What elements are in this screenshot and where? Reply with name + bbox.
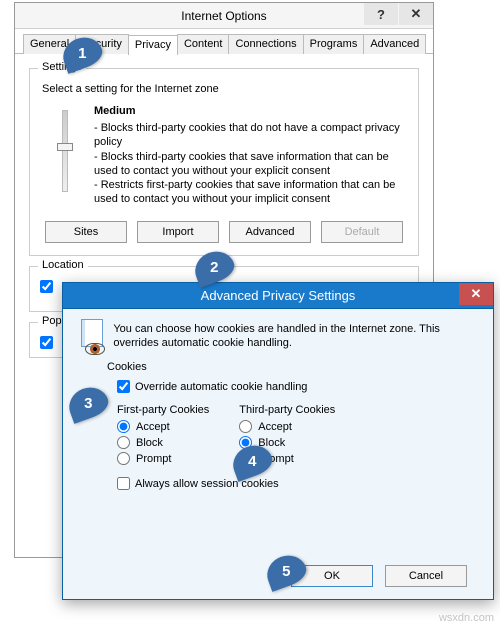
session-cookies-label: Always allow session cookies <box>135 478 279 490</box>
tp-accept-radio[interactable] <box>239 420 252 433</box>
advanced-privacy-dialog: Advanced Privacy Settings ✕ You can choo… <box>62 282 494 600</box>
location-group-label: Location <box>38 259 88 271</box>
import-button[interactable]: Import <box>137 221 219 243</box>
adv-intro-text: You can choose how cookies are handled i… <box>113 322 477 351</box>
cancel-button[interactable]: Cancel <box>385 565 467 587</box>
tab-connections[interactable]: Connections <box>228 34 303 54</box>
fp-block-label: Block <box>136 437 163 449</box>
fp-accept-label: Accept <box>136 421 170 433</box>
bullet-3: - Restricts first-party cookies that sav… <box>94 178 408 207</box>
adv-intro: You can choose how cookies are handled i… <box>79 319 477 353</box>
first-party-title: First-party Cookies <box>117 404 209 416</box>
zone-description: Select a setting for the Internet zone <box>42 83 408 95</box>
adv-close-button[interactable]: ✕ <box>459 283 493 305</box>
privacy-icon <box>79 319 103 353</box>
first-party-column: First-party Cookies Accept Block Prompt <box>117 404 209 468</box>
bullet-1: - Blocks third-party cookies that do not… <box>94 121 408 150</box>
settings-group: Settings Select a setting for the Intern… <box>29 68 419 256</box>
close-button[interactable]: ✕ <box>399 3 433 25</box>
adv-titlebar: Advanced Privacy Settings ✕ <box>63 283 493 309</box>
slider-thumb[interactable] <box>57 143 73 151</box>
advanced-button[interactable]: Advanced <box>229 221 311 243</box>
tab-content[interactable]: Content <box>177 34 230 54</box>
fp-block-radio[interactable] <box>117 436 130 449</box>
level-name: Medium <box>94 105 408 117</box>
cookies-columns: First-party Cookies Accept Block Prompt … <box>117 404 477 468</box>
tab-privacy[interactable]: Privacy <box>128 35 178 55</box>
adv-title: Advanced Privacy Settings <box>201 288 356 303</box>
titlebar: Internet Options ? ✕ <box>15 3 433 29</box>
sites-button[interactable]: Sites <box>45 221 127 243</box>
override-label: Override automatic cookie handling <box>135 381 307 393</box>
override-checkbox[interactable] <box>117 380 130 393</box>
tab-advanced[interactable]: Advanced <box>363 34 426 54</box>
tp-accept-label: Accept <box>258 421 292 433</box>
adv-client: You can choose how cookies are handled i… <box>63 309 493 599</box>
fp-prompt-label: Prompt <box>136 453 171 465</box>
level-block: Medium - Blocks third-party cookies that… <box>94 105 408 207</box>
bullet-2: - Blocks third-party cookies that save i… <box>94 150 408 179</box>
settings-button-row: Sites Import Advanced Default <box>40 221 408 243</box>
tab-programs[interactable]: Programs <box>303 34 365 54</box>
window-title: Internet Options <box>181 9 266 23</box>
watermark: wsxdn.com <box>439 612 494 624</box>
popup-checkbox[interactable] <box>40 336 53 349</box>
third-party-title: Third-party Cookies <box>239 404 335 416</box>
privacy-slider-track <box>40 105 90 191</box>
default-button: Default <box>321 221 403 243</box>
location-checkbox[interactable] <box>40 280 53 293</box>
privacy-slider[interactable] <box>63 111 67 191</box>
level-bullets: - Blocks third-party cookies that do not… <box>94 121 408 207</box>
session-cookies-checkbox[interactable] <box>117 477 130 490</box>
cookies-label: Cookies <box>107 361 477 373</box>
fp-accept-radio[interactable] <box>117 420 130 433</box>
fp-prompt-radio[interactable] <box>117 452 130 465</box>
help-button[interactable]: ? <box>364 3 398 25</box>
